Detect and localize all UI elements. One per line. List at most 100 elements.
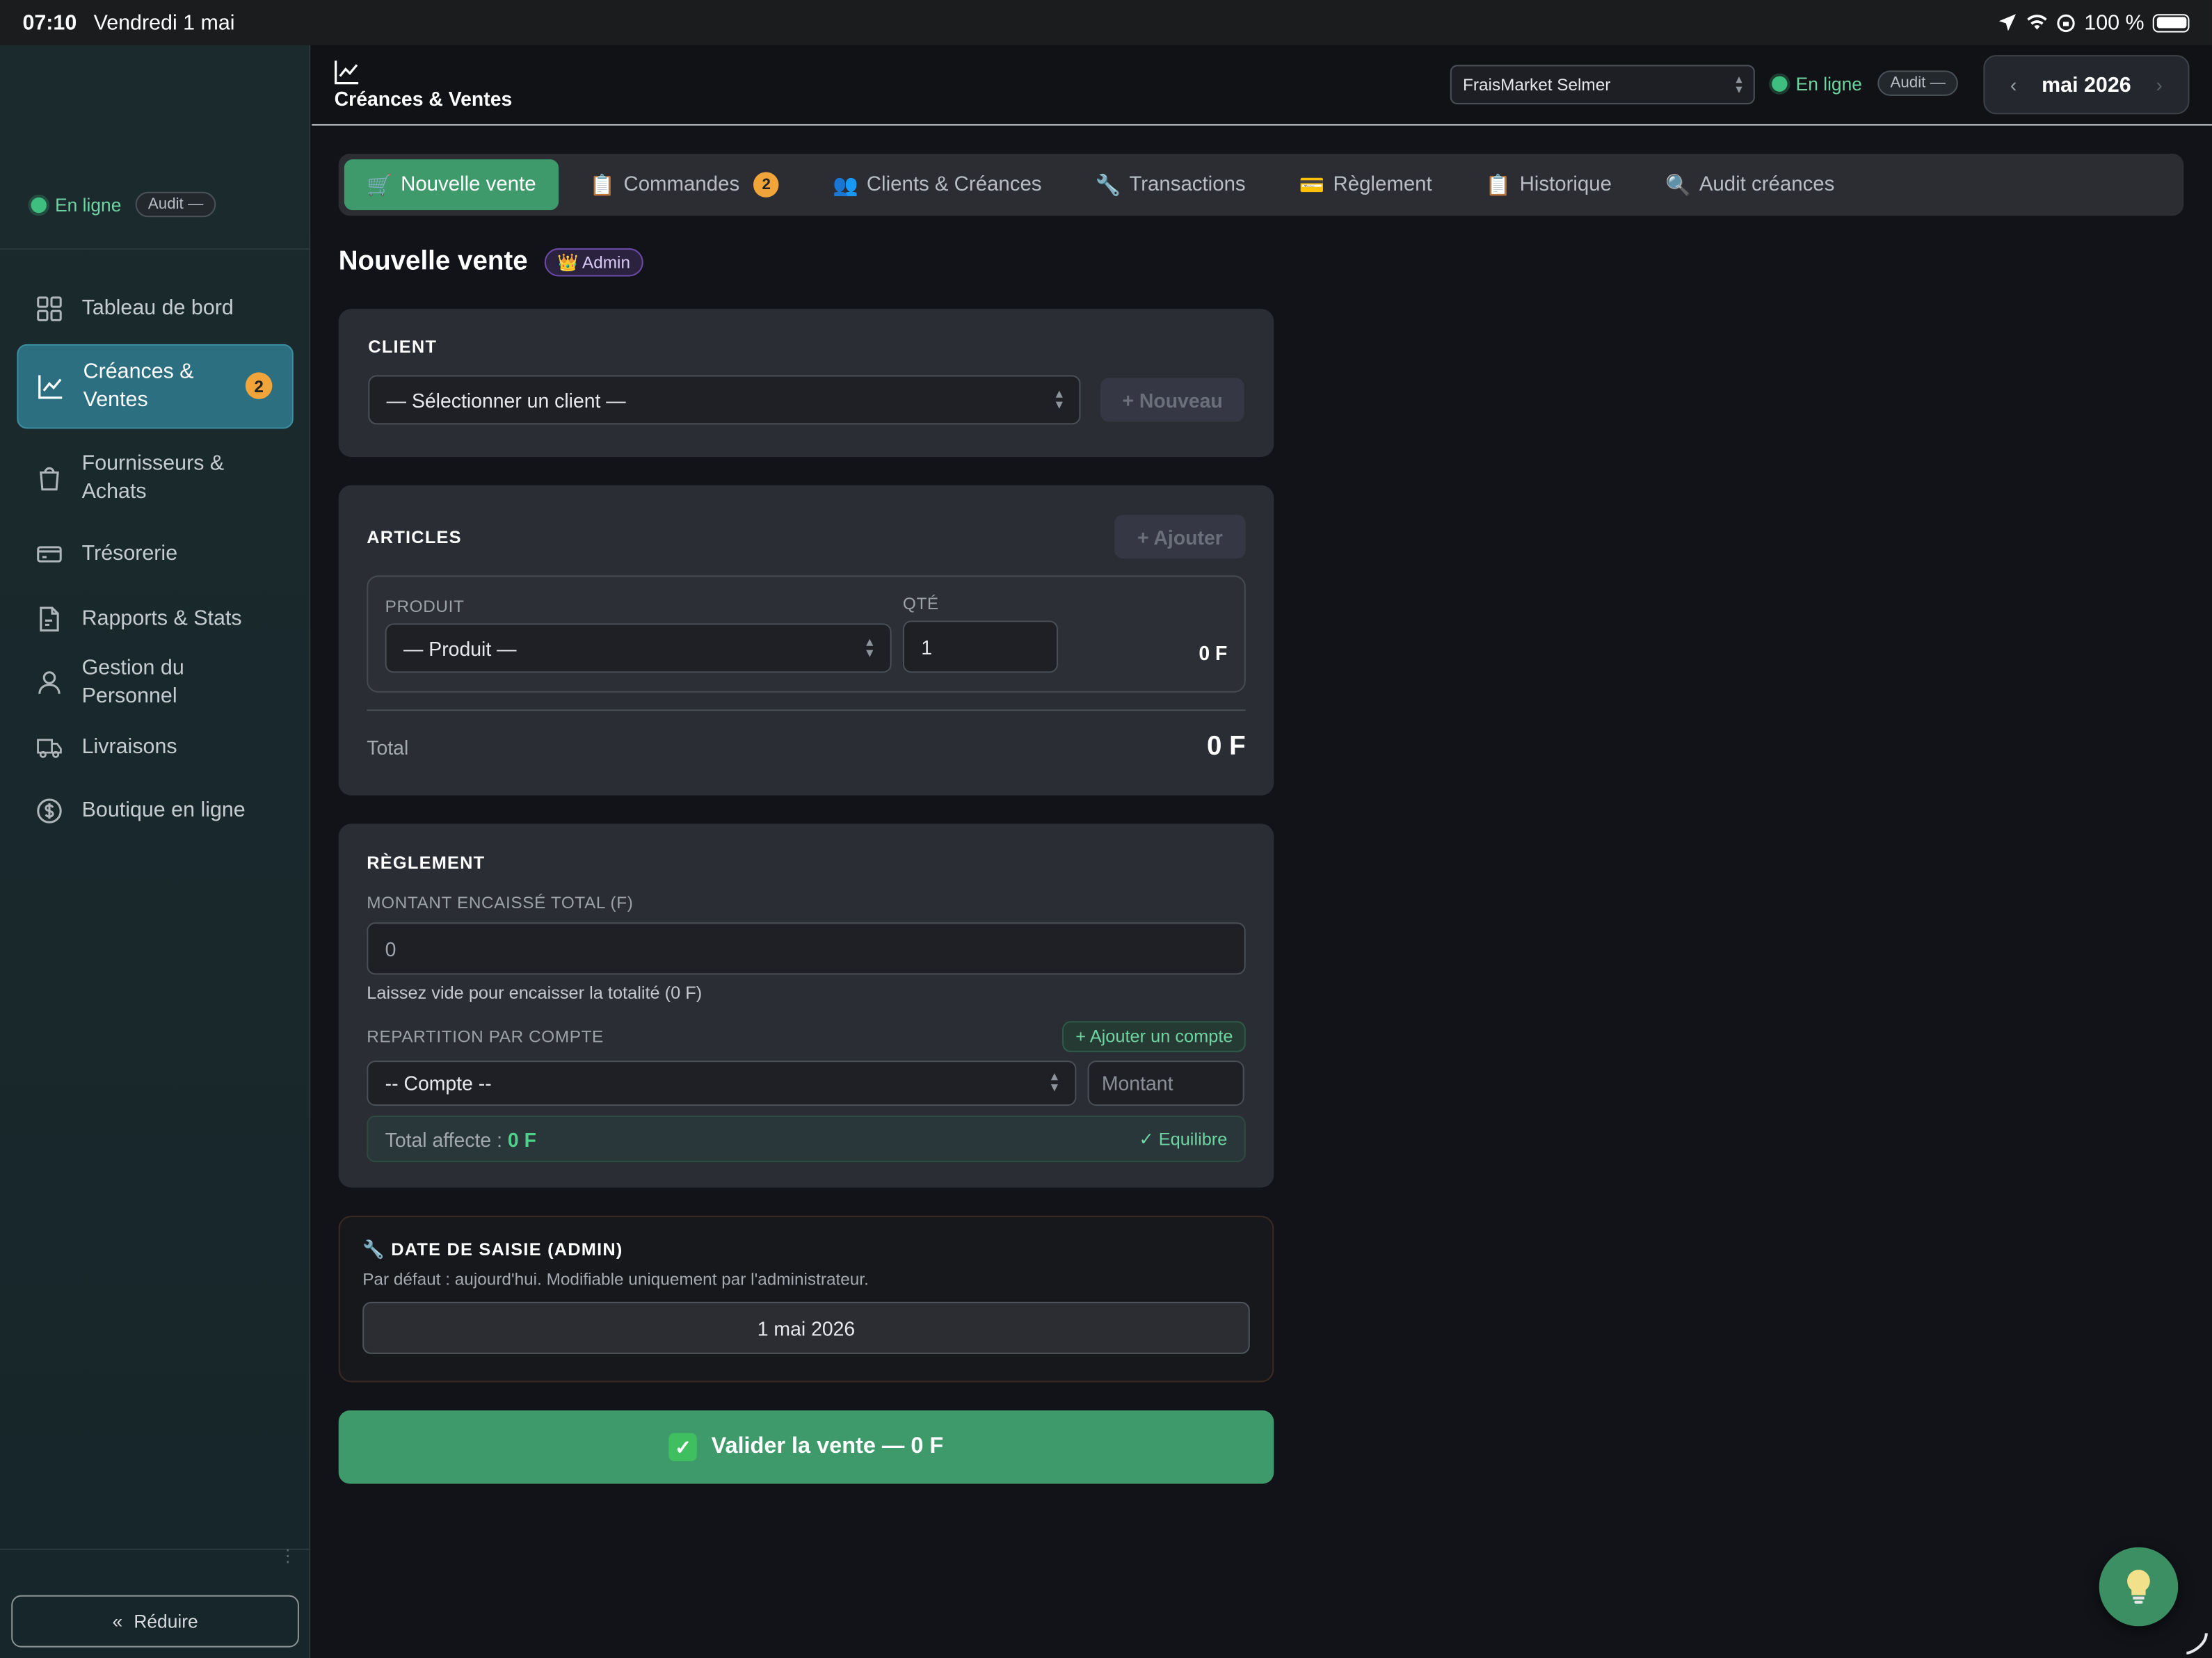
client-heading: CLIENT: [368, 337, 438, 357]
product-select[interactable]: — Produit — ▴ ▾: [385, 623, 892, 673]
validate-sale-button[interactable]: ✓ Valider la vente — 0 F: [338, 1410, 1274, 1484]
page-title-row: Nouvelle vente 👑 Admin: [339, 244, 2184, 281]
account-amount-input[interactable]: Montant: [1087, 1061, 1244, 1106]
page-header: Créances & Ventes: [334, 59, 513, 111]
header-audit-pill[interactable]: Audit —: [1877, 70, 1959, 96]
articles-heading: ARTICLES: [367, 526, 462, 547]
store-select[interactable]: FraisMarket Selmer ▴ ▾: [1450, 65, 1755, 105]
sidebar: En ligne Audit — Tableau de bord Créance…: [0, 45, 311, 1658]
new-client-button[interactable]: + Nouveau: [1100, 378, 1244, 422]
sidebar-item-label: Rapports & Stats: [81, 606, 242, 630]
qty-input[interactable]: 1: [902, 620, 1059, 673]
product-select-value: — Produit —: [403, 636, 517, 660]
sidebar-count-badge: 2: [245, 372, 273, 399]
tab-reglement[interactable]: 💳 Règlement: [1276, 159, 1454, 210]
prev-month-icon[interactable]: ‹: [2010, 73, 2017, 95]
wrench-icon: 🔧: [1095, 174, 1121, 197]
date-value: 1 mai 2026: [757, 1317, 856, 1339]
sidebar-nav: Tableau de bord Créances & Ventes 2 Four…: [17, 280, 294, 846]
header-online-status: En ligne: [1772, 73, 1862, 95]
tab-label: Transactions: [1129, 173, 1246, 196]
select-chevron-icon: ▴ ▾: [1050, 1069, 1059, 1096]
tab-nouvelle-vente[interactable]: 🛒 Nouvelle vente: [344, 159, 559, 211]
credit-card-icon: 💳: [1299, 174, 1325, 197]
tab-commandes[interactable]: 📋 Commandes 2: [567, 159, 801, 210]
sidebar-item-creances-ventes[interactable]: Créances & Ventes 2: [17, 343, 294, 428]
reglement-card: RÈGLEMENT MONTANT ENCAISSÉ TOTAL (F) 0 L…: [338, 823, 1274, 1188]
amount-input[interactable]: 0: [367, 922, 1246, 975]
header-title: Créances & Ventes: [334, 87, 513, 111]
check-icon: ✓: [668, 1433, 698, 1462]
sidebar-item-label: Boutique en ligne: [81, 798, 246, 823]
article-row: PRODUIT — Produit — ▴ ▾ QTÉ 1 0 F: [367, 575, 1246, 693]
sidebar-item-boutique[interactable]: Boutique en ligne: [17, 782, 293, 841]
amount-label: MONTANT ENCAISSÉ TOTAL (F): [367, 892, 634, 913]
top-bar: Créances & Ventes FraisMarket Selmer ▴ ▾ …: [312, 45, 2212, 126]
total-affecte-value: 0 F: [507, 1127, 536, 1150]
tab-label: Nouvelle vente: [401, 173, 536, 196]
next-month-icon[interactable]: ›: [2156, 73, 2162, 95]
clipboard-icon: 📋: [1485, 174, 1512, 197]
sidebar-item-label: Créances & Ventes: [83, 359, 194, 412]
qty-value: 1: [921, 635, 933, 659]
tab-clients-creances[interactable]: 👥 Clients & Créances: [810, 159, 1064, 210]
select-chevron-icon: ▴ ▾: [1736, 72, 1742, 96]
sidebar-item-livraisons[interactable]: Livraisons: [17, 717, 293, 776]
select-chevron-icon: ▴ ▾: [866, 634, 874, 661]
tab-bar: 🛒 Nouvelle vente 📋 Commandes 2 👥 Clients…: [338, 154, 2184, 216]
date-saisie-heading: 🔧 DATE DE SAISIE (ADMIN): [362, 1239, 623, 1260]
screen-lock-icon: [2058, 13, 2076, 32]
add-article-button[interactable]: + Ajouter: [1114, 515, 1246, 559]
reglement-heading: RÈGLEMENT: [367, 853, 486, 874]
document-icon: [37, 606, 63, 631]
sidebar-audit-pill[interactable]: Audit —: [135, 191, 216, 218]
total-affecte-bar: Total affecte : 0 F ✓ Equilibre: [367, 1116, 1246, 1163]
online-dot-icon: [1772, 76, 1788, 92]
tab-transactions[interactable]: 🔧 Transactions: [1073, 159, 1268, 210]
reduce-sidebar-button[interactable]: « Réduire: [11, 1595, 299, 1648]
status-time: 07:10: [22, 10, 77, 35]
total-affecte-label: Total affecte :: [385, 1127, 502, 1150]
tab-historique[interactable]: 📋 Historique: [1463, 159, 1634, 210]
tab-label: Historique: [1519, 173, 1612, 196]
qty-label: QTÉ: [902, 593, 939, 614]
account-select[interactable]: -- Compte -- ▴ ▾: [367, 1061, 1077, 1106]
battery-percent: 100 %: [2084, 10, 2145, 35]
client-select[interactable]: — Sélectionner un client — ▴ ▾: [368, 375, 1082, 425]
repartition-label: REPARTITION PAR COMPTE: [367, 1027, 604, 1047]
product-label: PRODUIT: [385, 596, 465, 617]
sidebar-item-dashboard[interactable]: Tableau de bord: [17, 280, 293, 339]
sidebar-item-rapports[interactable]: Rapports & Stats: [17, 589, 293, 648]
tab-count-badge: 2: [753, 172, 779, 198]
articles-card: ARTICLES + Ajouter PRODUIT — Produit — ▴…: [338, 485, 1274, 796]
sidebar-item-personnel[interactable]: Gestion du Personnel: [17, 653, 293, 712]
status-date: Vendredi 1 mai: [93, 10, 235, 35]
dollar-circle-icon: [37, 798, 63, 824]
total-value: 0 F: [1207, 732, 1246, 762]
chart-line-icon: [38, 373, 64, 399]
lightbulb-help-button[interactable]: [2099, 1547, 2179, 1627]
tab-label: Commandes: [623, 173, 740, 196]
date-saisie-hint: Par défaut : aujourd'hui. Modifiable uni…: [362, 1269, 869, 1289]
main-content: 🛒 Nouvelle vente 📋 Commandes 2 👥 Clients…: [338, 154, 2184, 1484]
wifi-icon: [2028, 15, 2048, 30]
tab-label: Audit créances: [1699, 173, 1835, 196]
bag-icon: [37, 465, 63, 490]
double-chevron-left-icon: «: [112, 1610, 123, 1632]
reduce-label: Réduire: [134, 1610, 198, 1632]
tab-audit-creances[interactable]: 🔍 Audit créances: [1643, 159, 1857, 210]
add-account-button[interactable]: + Ajouter un compte: [1063, 1021, 1246, 1052]
sidebar-item-label: Livraisons: [81, 734, 177, 759]
clipboard-icon: 📋: [589, 174, 616, 197]
sidebar-item-fournisseurs[interactable]: Fournisseurs & Achats: [17, 435, 293, 520]
resize-handle-icon[interactable]: ⋮: [280, 1546, 296, 1566]
location-icon: [1999, 14, 2017, 31]
status-bar: 07:10 Vendredi 1 mai 100 %: [0, 0, 2212, 45]
grid-icon: [37, 296, 63, 322]
line-total: 0 F: [1199, 641, 1228, 665]
sidebar-item-label: Tableau de bord: [81, 296, 234, 321]
online-dot-icon: [31, 196, 47, 213]
sidebar-item-label: Gestion du Personnel: [81, 656, 184, 709]
sidebar-item-tresorerie[interactable]: Trésorerie: [17, 524, 293, 583]
date-input[interactable]: 1 mai 2026: [362, 1301, 1250, 1354]
